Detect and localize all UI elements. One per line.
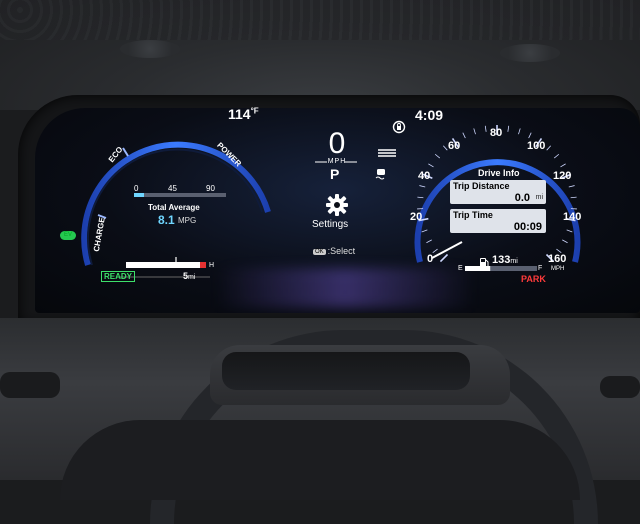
economy-scale-max: 90 <box>206 184 215 193</box>
fuel-pump-icon <box>480 254 489 272</box>
ev-mode-icon: EV <box>60 231 76 240</box>
speed-tick-120: 120 <box>553 170 571 182</box>
speedometer-tick <box>560 164 565 167</box>
speedometer-tick <box>485 126 486 132</box>
trip-distance-panel: Trip Distance 0.0 mi <box>450 180 546 204</box>
economy-scale-min: 0 <box>134 184 138 193</box>
economy-scale-mid: 45 <box>168 184 177 193</box>
speedometer-unit: MPH <box>551 266 564 272</box>
ev-range: 5mi <box>183 271 195 281</box>
select-hint-text: :Select <box>328 246 356 256</box>
fuel-full-label: F <box>538 265 542 272</box>
speed-tick-40: 40 <box>418 170 430 182</box>
right-stalk <box>600 376 640 398</box>
speedometer-tick <box>569 186 575 187</box>
trip-time-value: 00:09 <box>514 221 542 233</box>
temperature-high-label: H <box>209 262 214 269</box>
trip-time-panel: Trip Time 00:09 <box>450 209 546 233</box>
total-average-value: 8.1 <box>158 213 175 227</box>
speed-tick-80: 80 <box>490 127 502 139</box>
battery-bar <box>126 262 206 268</box>
speed-tick-100: 100 <box>527 140 545 152</box>
headlight-icon <box>378 145 396 163</box>
select-hint: OK:Select <box>313 246 355 256</box>
ev-range-unit: mi <box>188 274 195 281</box>
steering-wheel-hub <box>60 420 580 500</box>
steering-lock-icon <box>392 120 406 139</box>
economy-bar-track <box>134 193 226 197</box>
clock: 4:09 <box>415 107 443 123</box>
speedometer-tick <box>518 128 520 134</box>
speedometer-tick <box>567 230 573 232</box>
traction-control-icon <box>374 166 388 185</box>
fuel-range: 133mi <box>492 254 518 266</box>
settings-gear-icon[interactable] <box>326 194 348 221</box>
left-stalk <box>0 372 60 398</box>
speedometer-tick <box>529 133 532 138</box>
ok-button-glyph: OK <box>313 249 326 255</box>
trip-distance-unit: mi <box>536 194 543 201</box>
speedometer-tick <box>571 197 577 198</box>
speedometer-tick <box>547 146 551 150</box>
total-average-unit: MPG <box>178 216 196 225</box>
speed-underline <box>315 160 357 164</box>
coolant-temp-icon <box>172 253 180 271</box>
outside-temperature: 114°F <box>228 106 259 122</box>
shroud-window <box>222 352 470 390</box>
speedometer-tick <box>554 154 559 158</box>
speed-tick-160: 160 <box>548 253 566 265</box>
economy-bar-fill <box>134 193 144 197</box>
speed-readout: 0 <box>324 127 350 161</box>
speedometer-tick <box>443 146 447 150</box>
battery-bar-high <box>200 262 206 268</box>
speedometer-tick <box>428 164 433 167</box>
speedometer-tick <box>435 154 440 158</box>
speed-tick-60: 60 <box>448 140 460 152</box>
speed-tick-0: 0 <box>427 253 433 265</box>
speedometer-tick <box>474 128 476 134</box>
speedometer-tick <box>422 230 428 232</box>
speedometer-tick <box>433 249 438 253</box>
settings-label[interactable]: Settings <box>312 219 348 230</box>
fuel-range-value: 133 <box>492 254 510 266</box>
speedometer-tick <box>562 240 567 243</box>
trip-distance-value: 0.0 <box>515 192 530 204</box>
speedometer-tick <box>440 254 447 261</box>
trip-time-label: Trip Time <box>453 210 493 220</box>
speed-tick-140: 140 <box>563 211 581 223</box>
speedometer-tick <box>508 126 509 132</box>
park-indicator: PARK <box>521 274 546 284</box>
speedometer-tick <box>417 197 423 198</box>
total-average-title: Total Average <box>148 203 200 212</box>
speed-tick-20: 20 <box>410 211 422 223</box>
speedometer-tick <box>463 133 466 138</box>
drive-info-title: Drive Info <box>478 168 520 178</box>
temperature-unit: °F <box>251 106 259 115</box>
ready-indicator: READY <box>101 271 135 282</box>
fuel-empty-label: E <box>458 265 463 272</box>
gear-indicator: P <box>330 166 339 182</box>
trip-distance-label: Trip Distance <box>453 181 510 191</box>
fuel-range-unit: mi <box>510 258 517 265</box>
speedometer-tick <box>419 186 425 187</box>
temperature-value: 114 <box>228 106 251 122</box>
speedometer-tick <box>426 240 431 243</box>
